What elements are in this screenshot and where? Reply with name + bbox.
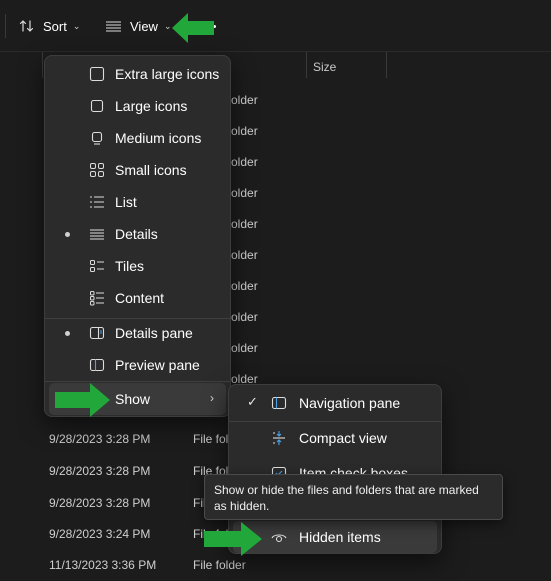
preview-pane-icon (89, 358, 105, 372)
selected-bullet-icon (65, 331, 70, 336)
column-header-size[interactable]: Size (313, 60, 336, 74)
sort-chevron-down-icon: ⌄ (72, 20, 81, 31)
view-button[interactable]: View ⌄ (105, 12, 172, 40)
tiles-icon (90, 260, 104, 272)
row-type-partial: older (231, 310, 258, 324)
toolbar-divider (5, 14, 6, 38)
menu-item-label: List (115, 194, 137, 210)
compact-view-icon (273, 431, 285, 445)
extra-large-icons-icon (89, 66, 105, 82)
menu-item-preview-pane[interactable]: Preview pane (49, 349, 226, 381)
large-icons-icon (90, 99, 104, 113)
menu-item-label: Medium icons (115, 130, 202, 146)
content-icon (90, 291, 104, 306)
menu-item-label: Small icons (115, 162, 187, 178)
command-bar: Sort ⌄ View ⌄ (0, 0, 551, 52)
header-divider (42, 52, 43, 78)
row-type-partial: older (231, 341, 258, 355)
row-date: 9/28/2023 3:28 PM (49, 496, 151, 510)
row-date: 9/28/2023 3:28 PM (49, 432, 151, 446)
row-date: 11/13/2023 3:36 PM (49, 558, 157, 572)
row-type-partial: older (231, 248, 258, 262)
medium-icons-icon (91, 131, 103, 145)
menu-item-compact-view[interactable]: Compact view (233, 422, 437, 454)
hidden-items-icon (271, 534, 287, 543)
menu-item-medium-icons[interactable]: Medium icons (49, 122, 226, 154)
menu-item-small-icons[interactable]: Small icons (49, 154, 226, 186)
menu-item-label: Navigation pane (299, 395, 401, 411)
small-icons-icon (90, 163, 104, 177)
menu-item-label: Preview pane (115, 357, 200, 373)
sort-icon (19, 20, 34, 32)
column-separator[interactable] (386, 52, 387, 78)
view-menu: Extra large icons Large icons Medium ico… (44, 55, 231, 417)
navigation-pane-icon (271, 396, 287, 410)
annotation-arrow-right-icon (55, 383, 110, 417)
row-type-partial: older (231, 124, 258, 138)
menu-item-label: Compact view (299, 430, 387, 446)
menu-item-hidden-items[interactable]: Hidden items (233, 521, 437, 553)
menu-item-label: Large icons (115, 98, 188, 114)
column-separator[interactable] (306, 52, 307, 78)
hidden-items-tooltip: Show or hide the files and folders that … (204, 474, 503, 520)
menu-item-details-pane[interactable]: Details pane (49, 317, 226, 349)
row-type-partial: older (231, 279, 258, 293)
menu-item-content[interactable]: Content (49, 282, 226, 314)
menu-item-label: Content (115, 290, 165, 306)
row-type-partial: older (231, 155, 258, 169)
menu-item-extra-large-icons[interactable]: Extra large icons (49, 58, 226, 90)
row-type: File folder (193, 558, 246, 572)
menu-item-list[interactable]: List (49, 186, 226, 218)
annotation-arrow-right-icon (204, 522, 262, 556)
menu-item-navigation-pane[interactable]: ✓ Navigation pane (233, 387, 437, 419)
details-pane-icon (89, 326, 105, 340)
checkmark-icon: ✓ (247, 394, 258, 409)
details-icon (90, 229, 104, 240)
row-type-partial: older (231, 93, 258, 107)
menu-item-large-icons[interactable]: Large icons (49, 90, 226, 122)
menu-item-label: Hidden items (299, 529, 381, 545)
view-icon (106, 21, 121, 32)
view-chevron-down-icon: ⌄ (163, 20, 172, 31)
row-type-partial: older (231, 217, 258, 231)
menu-item-label: Details (115, 226, 158, 242)
menu-item-label: Extra large icons (115, 66, 220, 82)
menu-item-tiles[interactable]: Tiles (49, 250, 226, 282)
menu-item-label: Show (115, 391, 151, 407)
sort-label: Sort (43, 18, 67, 34)
chevron-right-icon: › (210, 391, 214, 405)
annotation-arrow-left-icon (172, 13, 214, 43)
menu-item-label: Details pane (115, 325, 193, 341)
list-icon (90, 196, 104, 208)
row-date: 9/28/2023 3:28 PM (49, 464, 151, 478)
view-label: View (130, 18, 158, 34)
row-type-partial: older (231, 186, 258, 200)
menu-item-details[interactable]: Details (49, 218, 226, 250)
menu-separator (45, 381, 230, 382)
menu-item-label: Tiles (115, 258, 145, 274)
sort-button[interactable]: Sort ⌄ (19, 12, 80, 40)
row-date: 9/28/2023 3:24 PM (49, 527, 151, 541)
selected-bullet-icon (65, 232, 70, 237)
